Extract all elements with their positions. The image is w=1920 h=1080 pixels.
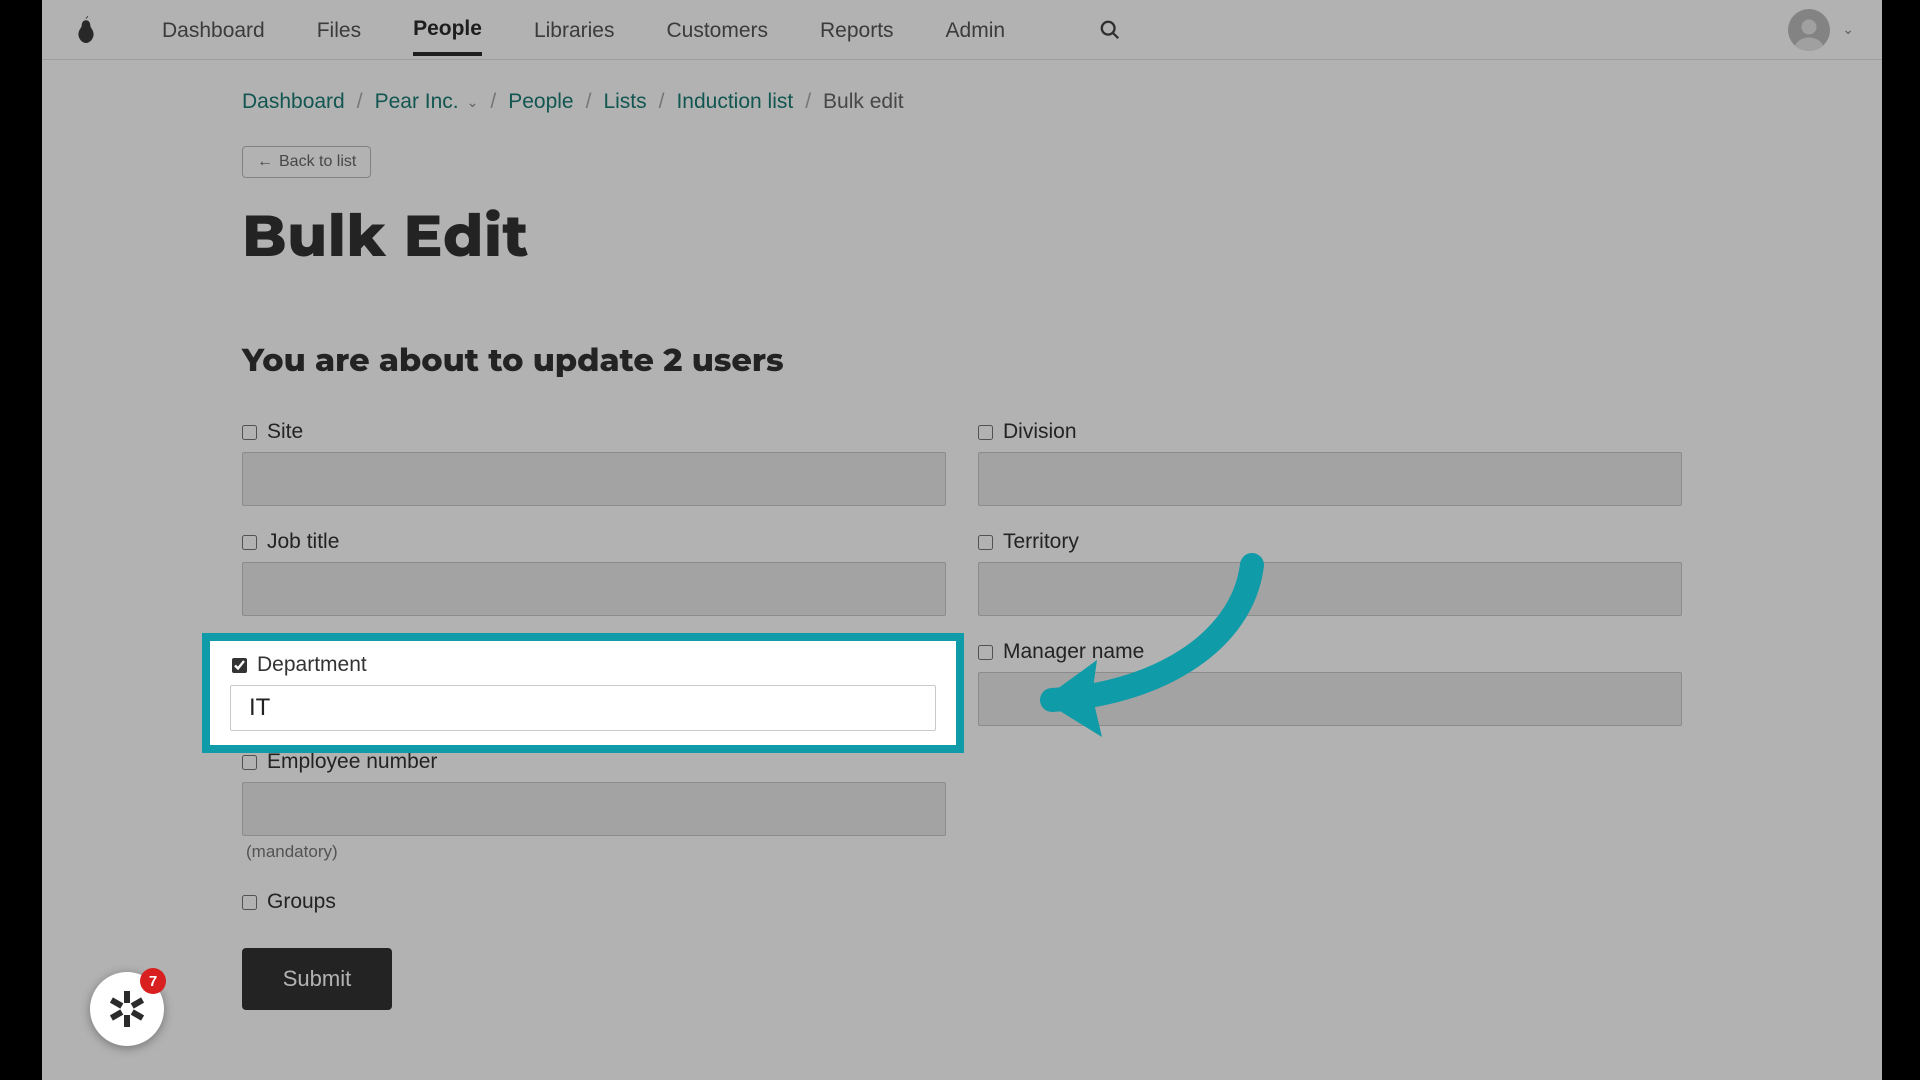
field-department-highlight: Department bbox=[202, 633, 964, 753]
brand-logo bbox=[70, 11, 102, 49]
arrow-left-icon: ← bbox=[257, 153, 273, 171]
crumb-company[interactable]: Pear Inc. bbox=[375, 90, 459, 114]
help-widget[interactable]: 7 bbox=[90, 972, 164, 1046]
nav-people[interactable]: People bbox=[413, 3, 482, 56]
widget-icon bbox=[107, 989, 147, 1029]
label-employee-number: Employee number bbox=[267, 750, 437, 774]
app-frame: Dashboard Files People Libraries Custome… bbox=[42, 0, 1882, 1080]
label-job-title: Job title bbox=[267, 530, 339, 554]
label-department: Department bbox=[257, 653, 367, 677]
avatar[interactable] bbox=[1788, 9, 1830, 51]
field-division: Division bbox=[978, 420, 1682, 506]
checkbox-job-title[interactable] bbox=[242, 535, 257, 550]
widget-badge: 7 bbox=[140, 968, 166, 994]
label-territory: Territory bbox=[1003, 530, 1079, 554]
breadcrumb: Dashboard / Pear Inc. ⌄ / People / Lists… bbox=[242, 90, 1682, 114]
field-territory: Territory bbox=[978, 530, 1682, 616]
label-groups: Groups bbox=[267, 890, 336, 914]
page-title: Bulk Edit bbox=[242, 200, 1682, 271]
submit-button[interactable]: Submit bbox=[242, 948, 392, 1010]
nav-reports[interactable]: Reports bbox=[820, 5, 894, 54]
checkbox-manager-name[interactable] bbox=[978, 645, 993, 660]
input-employee-number[interactable] bbox=[242, 782, 946, 836]
search-icon[interactable] bbox=[1099, 19, 1121, 41]
checkbox-employee-number[interactable] bbox=[242, 755, 257, 770]
field-groups: Groups bbox=[242, 890, 946, 922]
crumb-dashboard[interactable]: Dashboard bbox=[242, 90, 345, 114]
checkbox-department[interactable] bbox=[232, 658, 247, 673]
checkbox-division[interactable] bbox=[978, 425, 993, 440]
nav-dashboard[interactable]: Dashboard bbox=[162, 5, 265, 54]
label-site: Site bbox=[267, 420, 303, 444]
field-site: Site bbox=[242, 420, 946, 506]
back-label: Back to list bbox=[279, 153, 356, 171]
input-job-title[interactable] bbox=[242, 562, 946, 616]
checkbox-site[interactable] bbox=[242, 425, 257, 440]
input-division[interactable] bbox=[978, 452, 1682, 506]
nav-libraries[interactable]: Libraries bbox=[534, 5, 615, 54]
pear-icon bbox=[73, 13, 99, 47]
content: Dashboard / Pear Inc. ⌄ / People / Lists… bbox=[42, 60, 1882, 1050]
back-to-list-button[interactable]: ← Back to list bbox=[242, 146, 371, 178]
label-division: Division bbox=[1003, 420, 1077, 444]
crumb-lists[interactable]: Lists bbox=[603, 90, 646, 114]
checkbox-territory[interactable] bbox=[978, 535, 993, 550]
chevron-down-icon[interactable]: ⌄ bbox=[1842, 21, 1854, 38]
input-department[interactable] bbox=[230, 685, 936, 731]
input-territory[interactable] bbox=[978, 562, 1682, 616]
field-employee-number: Employee number (mandatory) bbox=[242, 750, 946, 862]
nav-items: Dashboard Files People Libraries Custome… bbox=[162, 3, 1121, 56]
nav-files[interactable]: Files bbox=[317, 5, 361, 54]
crumb-people[interactable]: People bbox=[508, 90, 573, 114]
label-manager-name: Manager name bbox=[1003, 640, 1144, 664]
nav-customers[interactable]: Customers bbox=[666, 5, 768, 54]
crumb-current: Bulk edit bbox=[823, 90, 904, 114]
crumb-listname[interactable]: Induction list bbox=[676, 90, 793, 114]
chevron-down-icon[interactable]: ⌄ bbox=[467, 94, 479, 111]
checkbox-groups[interactable] bbox=[242, 895, 257, 910]
subtitle: You are about to update 2 users bbox=[242, 341, 1682, 380]
hint-mandatory: (mandatory) bbox=[246, 842, 946, 862]
field-manager-name: Manager name bbox=[978, 640, 1682, 726]
input-site[interactable] bbox=[242, 452, 946, 506]
top-nav: Dashboard Files People Libraries Custome… bbox=[42, 0, 1882, 60]
field-job-title: Job title bbox=[242, 530, 946, 616]
input-manager-name[interactable] bbox=[978, 672, 1682, 726]
nav-admin[interactable]: Admin bbox=[946, 5, 1006, 54]
